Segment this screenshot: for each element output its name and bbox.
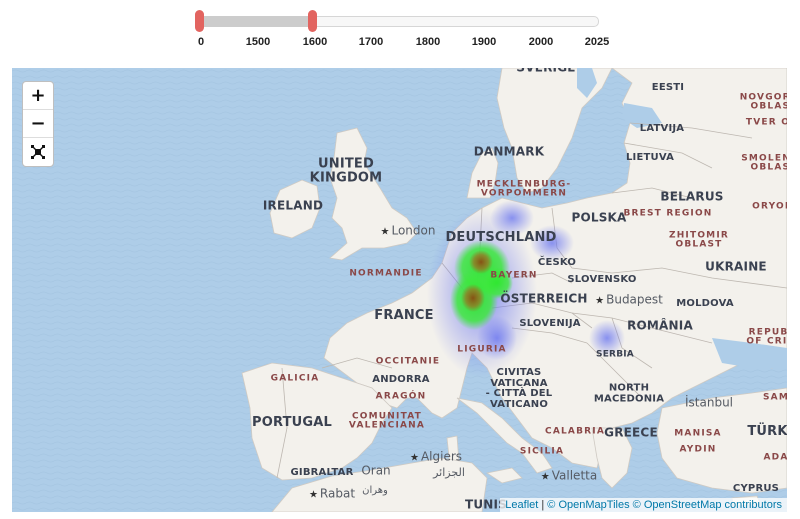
slider-tick: 1500 [245, 36, 271, 48]
slider-handle-start[interactable] [195, 10, 204, 32]
map-attribution: Leaflet | © OpenMapTiles © OpenStreetMap… [500, 498, 787, 512]
slider-tick: 1800 [415, 36, 441, 48]
openstreetmap-link[interactable]: © OpenStreetMap contributors [633, 499, 782, 511]
zoom-in-button[interactable]: + [23, 82, 53, 110]
base-map-tiles [12, 68, 787, 512]
zoom-control: + − [22, 81, 54, 167]
attribution-separator: | [538, 499, 548, 511]
zoom-out-button[interactable]: − [23, 110, 53, 138]
heat-blob-core-south [461, 284, 485, 312]
openmaptiles-link[interactable]: © OpenMapTiles [547, 499, 629, 511]
year-range-slider[interactable]: 0 1500 1600 1700 1800 1900 2000 2025 [195, 8, 609, 52]
slider-tick: 1700 [358, 36, 384, 48]
heat-blob-core-north [469, 250, 493, 274]
heat-blob-berlin [490, 200, 534, 236]
heat-blob-serbia [589, 320, 625, 356]
leaflet-link[interactable]: Leaflet [505, 499, 538, 511]
slider-tick: 0 [197, 36, 205, 48]
slider-tick: 2000 [528, 36, 554, 48]
slider-tick-labels: 0 1500 1600 1700 1800 1900 2000 2025 [195, 36, 609, 50]
fullscreen-icon [31, 145, 45, 159]
slider-tick: 1600 [302, 36, 328, 48]
slider-tick: 2025 [584, 36, 610, 48]
fullscreen-button[interactable] [23, 138, 53, 166]
slider-selected-range [199, 16, 312, 27]
slider-tick: 1900 [471, 36, 497, 48]
heat-blob-bohemia [530, 225, 574, 261]
map-viewport[interactable]: SVERIGE EESTI LATVIJA LIETUVA DANMARK UN… [12, 68, 787, 512]
slider-handle-end[interactable] [308, 10, 317, 32]
